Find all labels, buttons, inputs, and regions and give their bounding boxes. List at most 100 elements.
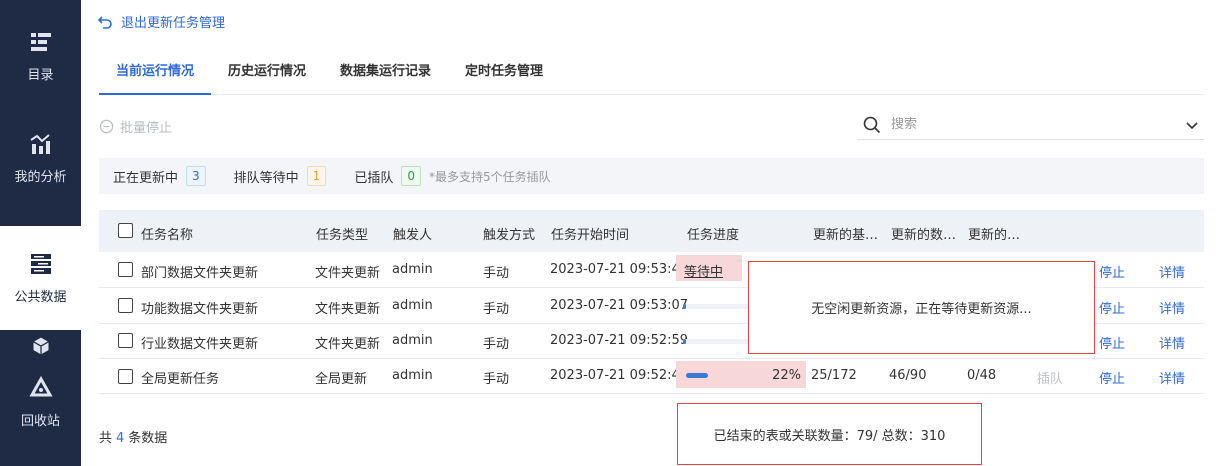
- sidebar-item-label: 目录: [27, 68, 54, 83]
- task-name: 行业数据文件夹更新: [141, 337, 259, 352]
- start-time: 2023-07-21 09:52:59: [550, 333, 689, 348]
- sidebar-item-recycle[interactable]: 回收站: [0, 376, 81, 436]
- trigger-user: admin: [392, 298, 433, 313]
- updating-label: 正在更新中: [113, 170, 179, 186]
- search-icon: [863, 116, 881, 133]
- header-start-time: 任务开始时间: [551, 228, 630, 243]
- header-updated-other: 更新的…: [968, 228, 1021, 243]
- total-suffix: 条数据: [128, 431, 168, 446]
- task-type: 文件夹更新: [315, 337, 381, 352]
- batch-stop-button[interactable]: 批量停止: [99, 117, 172, 136]
- trigger-mode: 手动: [483, 372, 510, 387]
- progress-bar[interactable]: 22%: [676, 361, 806, 388]
- back-link[interactable]: 退出更新任务管理: [97, 12, 225, 31]
- tab-dataset-records[interactable]: 数据集运行记录: [323, 48, 448, 95]
- updated-data-count: 46/90: [889, 368, 927, 383]
- start-time: 2023-07-21 09:52:42: [550, 368, 689, 383]
- header-name: 任务名称: [141, 228, 194, 243]
- trigger-user: admin: [392, 368, 433, 383]
- public-data-icon: [30, 253, 51, 274]
- trigger-user: admin: [392, 262, 433, 277]
- progress-tooltip: 已结束的表或关联数量：79/ 总数：310: [677, 403, 982, 465]
- jump-queue-button[interactable]: 插队: [1037, 368, 1063, 387]
- trigger-user: admin: [392, 333, 433, 348]
- updated-base-count: 25/172: [811, 368, 857, 383]
- jumped-count-badge: 0: [401, 166, 421, 186]
- updated-other-count: 0/48: [967, 368, 997, 383]
- progress-fill: [683, 304, 686, 309]
- progress-waiting[interactable]: 等待中: [676, 255, 742, 281]
- search-box: [857, 110, 1204, 140]
- main-content: 退出更新任务管理 当前运行情况 历史运行情况 数据集运行记录 定时任务管理 批量…: [81, 0, 1222, 466]
- sidebar-item-cube[interactable]: [0, 336, 81, 366]
- detail-button[interactable]: 详情: [1159, 298, 1185, 317]
- recycle-icon: [28, 376, 53, 397]
- sidebar-item-label: 公共数据: [14, 289, 67, 305]
- row-checkbox[interactable]: [118, 369, 133, 384]
- select-all-checkbox[interactable]: [118, 223, 133, 238]
- search-input[interactable]: [891, 117, 1184, 132]
- table-row: 全局更新任务 全局更新 admin 手动 2023-07-21 09:52:42…: [99, 358, 1204, 394]
- sidebar-item-my-analysis[interactable]: 我的分析: [0, 132, 81, 202]
- detail-button[interactable]: 详情: [1159, 262, 1185, 281]
- cube-icon: [32, 337, 49, 355]
- pagination-total: 共 4 条数据: [99, 427, 167, 446]
- sidebar-item-catalog[interactable]: 目录: [0, 30, 81, 100]
- header-trigger-mode: 触发方式: [483, 228, 536, 243]
- row-checkbox[interactable]: [118, 333, 133, 348]
- tab-history[interactable]: 历史运行情况: [211, 48, 323, 95]
- task-type: 全局更新: [315, 372, 368, 387]
- tab-scheduled[interactable]: 定时任务管理: [448, 48, 560, 95]
- total-count: 4: [116, 431, 125, 446]
- start-time: 2023-07-21 09:53:07: [550, 298, 689, 313]
- task-name: 功能数据文件夹更新: [141, 302, 259, 317]
- stop-button[interactable]: 停止: [1099, 262, 1125, 281]
- header-progress: 任务进度: [687, 228, 740, 243]
- tab-current[interactable]: 当前运行情况: [99, 48, 212, 95]
- back-label: 退出更新任务管理: [121, 16, 226, 31]
- sidebar-item-label: 回收站: [20, 414, 60, 429]
- status-summary: 正在更新中 3 排队等待中 1 已插队 0 *最多支持5个任务插队: [99, 158, 1204, 194]
- progress-status: 等待中: [684, 265, 724, 280]
- header-updated-data: 更新的数…: [891, 228, 957, 243]
- sidebar-item-label: 我的分析: [14, 170, 67, 185]
- progress-fill: [683, 339, 686, 344]
- trigger-mode: 手动: [483, 266, 510, 281]
- jump-note: *最多支持5个任务插队: [428, 169, 551, 184]
- minus-circle-icon: [99, 119, 114, 134]
- task-name: 部门数据文件夹更新: [141, 266, 259, 281]
- analysis-icon: [29, 134, 50, 154]
- progress-percent: 22%: [772, 368, 801, 383]
- detail-button[interactable]: 详情: [1159, 368, 1185, 387]
- task-type: 文件夹更新: [315, 302, 381, 317]
- progress-fill: [686, 373, 708, 378]
- queued-count-badge: 1: [306, 166, 327, 186]
- task-type: 文件夹更新: [315, 266, 381, 281]
- batch-stop-label: 批量停止: [120, 121, 173, 136]
- updating-count-badge: 3: [186, 166, 206, 186]
- table-header: 任务名称 任务类型 触发人 触发方式 任务开始时间 任务进度 更新的基… 更新的…: [99, 210, 1204, 252]
- header-type: 任务类型: [316, 228, 369, 243]
- stop-button[interactable]: 停止: [1099, 368, 1125, 387]
- tab-bar: 当前运行情况 历史运行情况 数据集运行记录 定时任务管理: [99, 48, 1204, 95]
- row-checkbox[interactable]: [118, 262, 133, 277]
- row-checkbox[interactable]: [118, 298, 133, 313]
- chevron-down-icon[interactable]: [1184, 117, 1200, 133]
- stop-button[interactable]: 停止: [1099, 333, 1125, 352]
- queued-label: 排队等待中: [233, 170, 299, 186]
- detail-button[interactable]: 详情: [1159, 333, 1185, 352]
- back-icon: [97, 15, 112, 29]
- stop-button[interactable]: 停止: [1099, 298, 1125, 317]
- total-prefix: 共: [99, 431, 113, 446]
- sidebar: 目录 我的分析 公共数据 回收站: [0, 0, 81, 466]
- task-name: 全局更新任务: [141, 372, 220, 387]
- catalog-icon: [30, 33, 51, 51]
- progress-bar: [683, 339, 751, 344]
- trigger-mode: 手动: [483, 337, 510, 352]
- header-trigger-user: 触发人: [393, 228, 433, 243]
- jumped-label: 已插队: [354, 170, 394, 186]
- progress-bar: [683, 304, 751, 309]
- start-time: 2023-07-21 09:53:41: [550, 262, 689, 277]
- sidebar-item-public-data[interactable]: 公共数据: [0, 226, 81, 330]
- waiting-tooltip: 无空闲更新资源，正在等待更新资源...: [748, 261, 1095, 354]
